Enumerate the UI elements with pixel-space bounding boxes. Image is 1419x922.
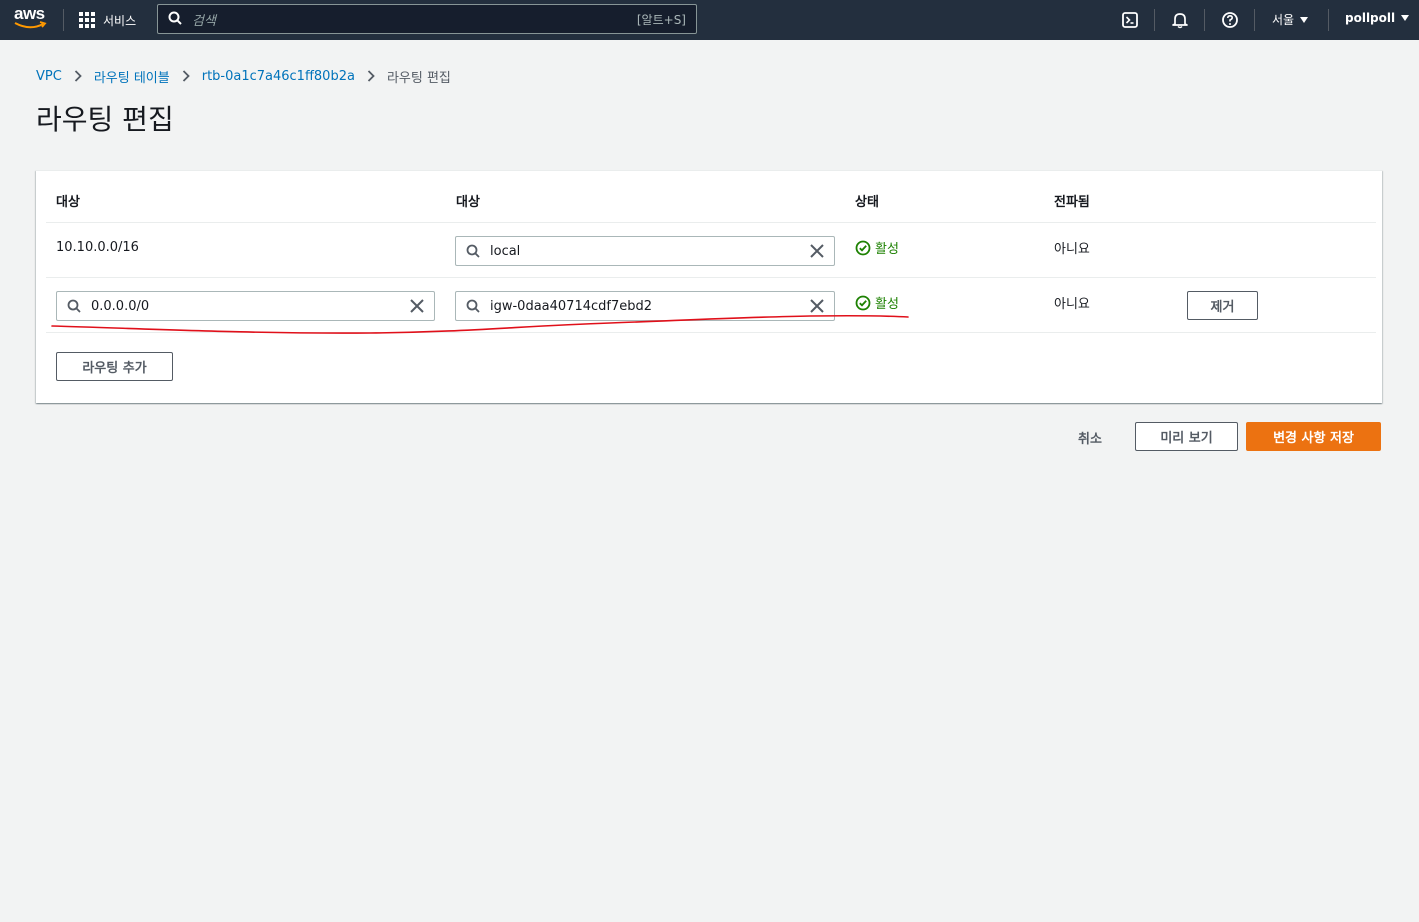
top-navigation: aws 서비스 검색 [알트+S] 서울 pollpoll [0,0,1419,40]
column-header-propagated: 전파됨 [1054,195,1090,210]
help-icon[interactable] [1220,10,1240,30]
search-icon [466,299,480,313]
services-menu-button[interactable]: 서비스 [79,8,136,32]
search-icon [168,10,182,29]
row-divider [46,222,1376,223]
page-title: 라우팅 편집 [36,103,174,136]
breadcrumb: VPC 라우팅 테이블 rtb-0a1c7a46c1ff80b2a 라우팅 편집 [36,66,451,86]
bell-icon[interactable] [1170,10,1190,30]
clear-icon[interactable] [410,299,424,313]
propagated-text: 아니요 [1054,297,1090,312]
grid-icon [79,12,95,28]
route-destination-text: 10.10.0.0/16 [56,240,139,255]
nav-divider [1254,9,1255,31]
column-header-destination: 대상 [56,195,80,210]
services-label: 서비스 [103,13,137,28]
target-value: igw-0daa40714cdf7ebd2 [490,298,653,314]
row-divider [46,332,1376,333]
account-label: pollpoll [1345,11,1396,25]
cancel-button[interactable]: 취소 [1078,428,1102,447]
status-text: 활성 [875,242,899,257]
target-value: local [490,243,521,259]
caret-down-icon [1401,15,1410,21]
search-placeholder: 검색 [192,13,216,29]
search-shortcut-hint: [알트+S] [636,12,686,27]
routes-panel: 대상 대상 상태 전파됨 10.10.0.0/16 local 활성 아니요 0… [36,170,1382,403]
column-header-status: 상태 [855,195,879,210]
nav-divider [63,9,64,31]
propagated-text: 아니요 [1054,242,1090,257]
breadcrumb-link-route-table-id[interactable]: rtb-0a1c7a46c1ff80b2a [202,69,355,84]
search-icon [466,244,480,258]
breadcrumb-link-vpc[interactable]: VPC [36,69,62,84]
status-badge: 활성 [855,293,899,312]
add-route-button[interactable]: 라우팅 추가 [56,352,173,381]
caret-down-icon [1300,16,1309,23]
target-field[interactable]: igw-0daa40714cdf7ebd2 [455,291,835,321]
chevron-right-icon [182,70,190,82]
search-icon [67,299,81,313]
nav-divider [1204,9,1205,31]
destination-field[interactable]: 0.0.0.0/0 [56,291,435,321]
breadcrumb-link-route-tables[interactable]: 라우팅 테이블 [94,67,170,86]
region-selector[interactable]: 서울 [1272,11,1309,28]
target-field[interactable]: local [455,236,835,266]
nav-divider [1328,9,1329,31]
success-check-icon [855,295,871,310]
chevron-right-icon [74,70,82,82]
row-divider [46,277,1376,278]
region-label: 서울 [1272,13,1295,27]
status-badge: 활성 [855,238,899,257]
aws-logo[interactable]: aws [14,4,48,34]
cloudshell-icon[interactable] [1120,10,1140,30]
nav-divider [1154,9,1155,31]
save-changes-button[interactable]: 변경 사항 저장 [1246,422,1381,451]
clear-icon[interactable] [810,299,824,313]
account-menu[interactable]: pollpoll [1345,11,1410,25]
clear-icon[interactable] [810,244,824,258]
preview-button[interactable]: 미리 보기 [1135,422,1238,451]
status-text: 활성 [875,297,899,312]
global-search-input[interactable]: 검색 [알트+S] [157,4,697,34]
breadcrumb-current: 라우팅 편집 [386,70,451,86]
destination-value: 0.0.0.0/0 [91,298,150,314]
remove-route-button[interactable]: 제거 [1187,291,1258,320]
column-header-target: 대상 [456,195,480,210]
success-check-icon [855,240,871,255]
chevron-right-icon [367,70,375,82]
aws-smile-icon [14,21,47,29]
